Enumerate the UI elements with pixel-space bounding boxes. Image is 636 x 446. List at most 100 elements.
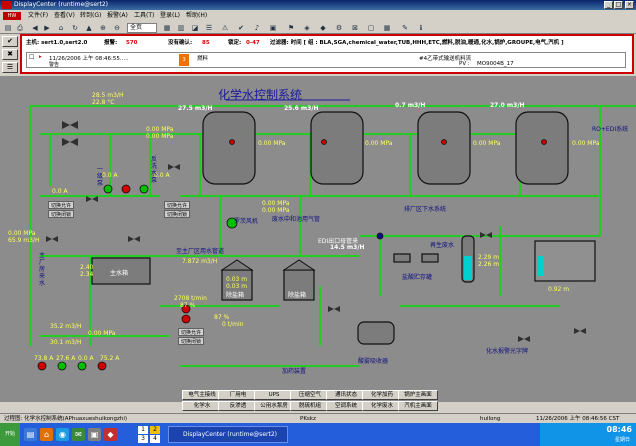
open-icon[interactable]: ▤ — [3, 23, 13, 33]
nav-plant-power-button[interactable]: 厂用电 — [218, 390, 258, 400]
zoom-out-icon[interactable]: ⊖ — [112, 23, 122, 33]
system-tray: 08:46 星期日 — [540, 423, 636, 446]
settings-icon[interactable]: ⚙ — [334, 23, 344, 33]
close-button[interactable]: × — [625, 1, 634, 9]
window-icon[interactable]: ▢ — [366, 23, 376, 33]
tank1-flow: 27.5 m3/H — [178, 105, 213, 112]
nav-chem-water-button[interactable]: 化学水 — [182, 401, 222, 411]
nav-turbine-button[interactable]: 汽机主画面 — [398, 401, 438, 411]
zoom-icon[interactable]: ⊕ — [98, 23, 108, 33]
nav-ups-button[interactable]: UPS — [254, 390, 294, 400]
home-icon[interactable]: ⌂ — [56, 23, 66, 33]
layout-icon[interactable]: ▦ — [382, 23, 392, 33]
tag-icon[interactable]: ◈ — [302, 23, 312, 33]
nav-chem-dosing-button[interactable]: 化学加药 — [362, 390, 402, 400]
locked-count: 0-47 — [246, 40, 260, 46]
nav-pump-house-button[interactable]: 公用水泵房 — [254, 401, 294, 411]
taskbar: 开始 ▤ ⌂ ◉ ✉ ▣ ◆ 1 2 3 4 DisplayCenter (ru… — [0, 423, 636, 446]
maximize-button[interactable]: □ — [614, 1, 623, 9]
switch-allow-2[interactable]: 切换允许 — [164, 201, 191, 209]
switch-lock-3[interactable]: 切换闭锁 — [178, 337, 205, 345]
up-icon[interactable]: ▲ — [84, 23, 94, 33]
menu-help[interactable]: 帮助(H) — [186, 10, 207, 22]
workspace-4[interactable]: 4 — [150, 435, 160, 443]
switch-allow-1[interactable]: 切换允许 — [48, 201, 75, 209]
menu-view[interactable]: 查看(V) — [54, 10, 75, 22]
zoom-select[interactable]: 全页 — [127, 23, 157, 33]
menu-alarm[interactable]: 报警(A) — [107, 10, 128, 22]
mail-icon[interactable]: ✉ — [72, 428, 85, 441]
nav-electrical-button[interactable]: 电气主接线 — [182, 390, 222, 400]
event-icon[interactable]: ◆ — [318, 23, 328, 33]
process-title: 化学水控制系统 — [218, 88, 303, 102]
alarm-checkbox[interactable]: ☐ — [29, 54, 34, 61]
menu-tools[interactable]: 工具(T) — [134, 10, 154, 22]
workspace-1[interactable]: 1 — [138, 426, 148, 434]
app-menu-icon[interactable]: HW — [3, 12, 21, 20]
tank2-pressure: 0.00 MPa — [365, 140, 393, 147]
left-current-1: 0.0 A — [102, 172, 118, 179]
nav-hvac-button[interactable]: 空调系统 — [326, 401, 366, 411]
pump-current-3: 0.0 A — [78, 355, 94, 362]
workspace-2[interactable]: 2 — [150, 426, 160, 434]
alarm-list-icon[interactable]: ☰ — [2, 62, 18, 73]
unack-count: 85 — [202, 40, 210, 46]
nav-chem-waste-button[interactable]: 化学废水 — [362, 401, 402, 411]
browser-icon[interactable]: ◉ — [56, 428, 69, 441]
switch-lock-1[interactable]: 切换闭锁 — [48, 210, 75, 218]
minimize-button[interactable]: _ — [604, 1, 613, 9]
grid-icon[interactable]: ▦ — [162, 23, 172, 33]
terminal-icon[interactable]: ▣ — [88, 428, 101, 441]
alarm-ack-icon[interactable]: ✔ — [2, 36, 18, 47]
home-folder-icon[interactable]: ⌂ — [40, 428, 53, 441]
dosing-label: 加药装置 — [282, 368, 307, 375]
drain-label: 排厂区下水系统 — [404, 206, 447, 213]
alarm-icon[interactable]: ⚠ — [220, 23, 230, 33]
tank2-flow: 25.6 m3/H — [284, 105, 319, 112]
alarm-status: 警告 — [49, 62, 60, 68]
print-icon[interactable]: ⎙ — [15, 23, 25, 33]
menu-file[interactable]: 文件(F) — [28, 10, 48, 22]
workspace-3[interactable]: 3 — [138, 435, 148, 443]
nav-boiler-button[interactable]: 锅炉主画面 — [398, 390, 438, 400]
pump-current-1: 73.8 A — [34, 355, 54, 362]
tools-icon[interactable]: ✎ — [400, 23, 410, 33]
tank4-pressure: 0.00 MPa — [572, 140, 600, 147]
desktop-icon[interactable]: ▤ — [24, 428, 37, 441]
nav-comm-status-button[interactable]: 通讯状态 — [326, 390, 366, 400]
filter-icon[interactable]: ⚑ — [286, 23, 296, 33]
refresh-icon[interactable]: ↻ — [70, 23, 80, 33]
alarm-banner: 主机: sert1.0,sert2.0 报警: 570 没有确认: 85 锁定:… — [20, 34, 634, 74]
nav-compressed-air-button[interactable]: 压缩空气 — [290, 390, 330, 400]
level-m2: 2.26 m — [478, 261, 500, 268]
trend-icon[interactable]: ◪ — [190, 23, 200, 33]
menu-login[interactable]: 登录(L) — [160, 10, 180, 22]
switch-allow-3[interactable]: 切换允许 — [178, 328, 205, 336]
forward-icon[interactable]: ▶ — [42, 23, 52, 33]
taskbar-window-item[interactable]: DisplayCenter (runtime@sert2) — [168, 426, 288, 443]
nav-desulfur-button[interactable]: 脱硫机组 — [290, 401, 330, 411]
list-icon[interactable]: ☰ — [204, 23, 214, 33]
start-button[interactable]: 开始 — [0, 423, 20, 446]
alarm-expand-icon[interactable]: ▸ — [39, 54, 42, 60]
menu-goto[interactable]: 转到(G) — [80, 10, 101, 22]
chart-icon[interactable]: ▥ — [176, 23, 186, 33]
acknowledge-icon[interactable]: ✔ — [236, 23, 246, 33]
info-icon[interactable]: ℹ — [416, 23, 426, 33]
unack-label: 没有确认: — [168, 40, 193, 46]
alarm-summary: 主机: sert1.0,sert2.0 报警: 570 没有确认: 85 锁定:… — [22, 36, 632, 50]
silence-icon[interactable]: ♪ — [252, 23, 262, 33]
pump1-label: 一级泵 — [96, 166, 103, 187]
report-icon[interactable]: ▣ — [268, 23, 278, 33]
nav-ro-button[interactable]: 反渗透 — [218, 401, 258, 411]
back-icon[interactable]: ◀ — [30, 23, 40, 33]
lock-icon[interactable]: ⊠ — [350, 23, 360, 33]
switch-lock-2[interactable]: 切换闭锁 — [164, 210, 191, 218]
tank4-flow: 27.0 m3/H — [490, 102, 525, 109]
app-icon[interactable]: ◆ — [104, 428, 117, 441]
demin-tank-1-label: 除盐箱 — [226, 292, 245, 299]
alarm-row[interactable]: ☐ ▸ 11/26/2006 上午 08:46:55..... 警告 3 燃料 … — [26, 52, 626, 68]
alarm-side-panel: ✔ ✖ ☰ — [0, 34, 20, 74]
window-title: DisplayCenter (runtime@sert2) — [14, 1, 108, 8]
alarm-silence-icon[interactable]: ✖ — [2, 49, 18, 60]
